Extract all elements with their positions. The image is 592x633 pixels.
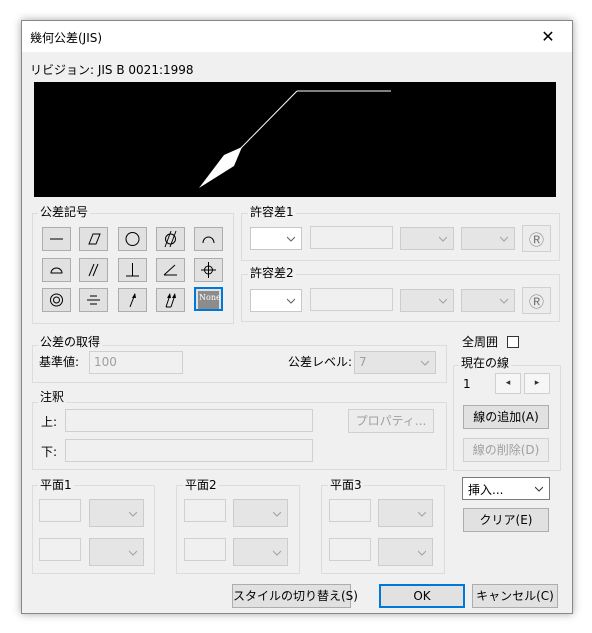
lower-note-label: 下: bbox=[41, 445, 58, 459]
chevron-down-icon bbox=[535, 486, 543, 492]
prev-line-button[interactable]: ◂ bbox=[495, 373, 521, 394]
parallelism-symbol-button[interactable] bbox=[79, 258, 108, 282]
chevron-down-icon bbox=[129, 511, 137, 517]
revision-label: リビジョン: JIS B 0021:1998 bbox=[30, 63, 194, 77]
acquire-group-label: 公差の取得 bbox=[38, 333, 103, 350]
tolerance1-modifier-combo[interactable] bbox=[461, 227, 515, 250]
tolerance2-diameter-combo[interactable] bbox=[250, 289, 302, 312]
tolerance1-diameter-combo[interactable] bbox=[250, 227, 302, 250]
base-value-text: 100 bbox=[94, 355, 117, 369]
symmetry-symbol-button[interactable] bbox=[79, 288, 108, 312]
concentricity-symbol-button[interactable] bbox=[42, 288, 71, 312]
chevron-down-icon bbox=[439, 298, 447, 304]
datum1-combo2[interactable] bbox=[89, 538, 144, 566]
r-circle-icon: Ⓡ bbox=[529, 293, 545, 311]
lower-note-field[interactable] bbox=[65, 439, 313, 462]
datum2-label: 平面2 bbox=[183, 476, 219, 493]
circular-runout-symbol-button[interactable] bbox=[118, 288, 147, 312]
chevron-down-icon bbox=[500, 298, 508, 304]
datum1-combo1[interactable] bbox=[89, 499, 144, 527]
none-symbol-label: None bbox=[199, 293, 221, 302]
datum2-combo1[interactable] bbox=[233, 499, 288, 527]
insert-combo[interactable]: 挿入... bbox=[462, 477, 550, 500]
chevron-down-icon bbox=[418, 511, 426, 517]
tolerance1-r-button[interactable]: Ⓡ bbox=[522, 225, 551, 252]
chevron-down-icon bbox=[287, 236, 295, 242]
cylindricity-symbol-button[interactable] bbox=[156, 227, 185, 251]
add-line-button[interactable]: 線の追加(A) bbox=[463, 405, 549, 429]
chevron-down-icon bbox=[418, 550, 426, 556]
none-symbol-button[interactable]: None bbox=[194, 287, 223, 311]
tolerance-level-combo[interactable]: 7 bbox=[354, 351, 436, 374]
arrowhead-icon bbox=[199, 147, 242, 188]
datum3-combo2[interactable] bbox=[378, 538, 433, 566]
datum3-field2[interactable] bbox=[329, 538, 371, 561]
preview-area bbox=[34, 82, 556, 197]
switch-style-button[interactable]: スタイルの切り替え(S) bbox=[232, 584, 358, 608]
base-value-label: 基準値: bbox=[39, 355, 80, 369]
tolerance2-value-field[interactable] bbox=[310, 288, 393, 311]
datum1-field1[interactable] bbox=[39, 499, 81, 522]
chevron-down-icon bbox=[273, 511, 281, 517]
ok-button[interactable]: OK bbox=[379, 584, 465, 608]
clear-button[interactable]: クリア(E) bbox=[463, 508, 549, 532]
upper-note-field[interactable] bbox=[65, 409, 313, 432]
all-around-label: 全周囲 bbox=[462, 335, 499, 349]
profile-line-symbol-button[interactable] bbox=[194, 227, 223, 251]
tolerance2-modifier-combo[interactable] bbox=[461, 289, 515, 312]
datum3-label: 平面3 bbox=[328, 476, 364, 493]
total-runout-symbol-button[interactable] bbox=[156, 288, 185, 312]
flatness-symbol-button[interactable] bbox=[79, 227, 108, 251]
chevron-down-icon bbox=[500, 236, 508, 242]
datum2-combo2[interactable] bbox=[233, 538, 288, 566]
datum3-field1[interactable] bbox=[329, 499, 371, 522]
tolerance1-material-combo[interactable] bbox=[400, 227, 454, 250]
note-group-label: 注釈 bbox=[38, 388, 67, 405]
property-button[interactable]: プロパティ... bbox=[348, 409, 434, 433]
chevron-down-icon bbox=[129, 550, 137, 556]
profile-surface-symbol-button[interactable] bbox=[42, 258, 71, 282]
upper-note-label: 上: bbox=[41, 415, 58, 429]
tolerance2-label: 許容差2 bbox=[248, 264, 296, 281]
datum3-combo1[interactable] bbox=[378, 499, 433, 527]
tolerance-level-label: 公差レベル: bbox=[288, 355, 353, 369]
chevron-down-icon bbox=[287, 298, 295, 304]
straightness-symbol-button[interactable] bbox=[42, 227, 71, 251]
insert-combo-label: 挿入... bbox=[468, 483, 504, 497]
datum1-label: 平面1 bbox=[38, 476, 74, 493]
arrow-right-icon: ▸ bbox=[534, 378, 540, 388]
all-around-checkbox[interactable] bbox=[507, 336, 519, 348]
window-title: 幾何公差(JIS) bbox=[30, 31, 103, 45]
position-symbol-button[interactable] bbox=[194, 258, 223, 282]
tolerance1-value-field[interactable] bbox=[310, 226, 393, 249]
title-bar: 幾何公差(JIS) ✕ bbox=[22, 21, 572, 52]
datum2-field1[interactable] bbox=[184, 499, 226, 522]
delete-line-button[interactable]: 線の削除(D) bbox=[463, 438, 549, 462]
r-circle-icon: Ⓡ bbox=[529, 231, 545, 249]
angularity-symbol-button[interactable] bbox=[156, 258, 185, 282]
perpendicularity-symbol-button[interactable] bbox=[118, 258, 147, 282]
base-value-field[interactable]: 100 bbox=[89, 351, 183, 374]
chevron-down-icon bbox=[439, 236, 447, 242]
tolerance1-label: 許容差1 bbox=[248, 203, 296, 220]
symbols-group-label: 公差記号 bbox=[38, 203, 91, 220]
circularity-symbol-button[interactable] bbox=[118, 227, 147, 251]
arrow-left-icon: ◂ bbox=[505, 378, 511, 388]
close-icon[interactable]: ✕ bbox=[528, 22, 568, 51]
tolerance-level-value: 7 bbox=[359, 355, 367, 369]
gdt-dialog: 幾何公差(JIS) ✕ リビジョン: JIS B 0021:1998 公差記号 bbox=[21, 20, 573, 614]
next-line-button[interactable]: ▸ bbox=[524, 373, 550, 394]
chevron-down-icon bbox=[273, 550, 281, 556]
cancel-button[interactable]: キャンセル(C) bbox=[472, 584, 558, 608]
datum2-field2[interactable] bbox=[184, 538, 226, 561]
current-line-value: 1 bbox=[463, 377, 471, 391]
tolerance2-r-button[interactable]: Ⓡ bbox=[522, 287, 551, 314]
datum1-field2[interactable] bbox=[39, 538, 81, 561]
current-line-label: 現在の線 bbox=[459, 354, 512, 371]
leader-preview bbox=[199, 90, 391, 188]
tolerance2-material-combo[interactable] bbox=[400, 289, 454, 312]
chevron-down-icon bbox=[421, 360, 429, 366]
